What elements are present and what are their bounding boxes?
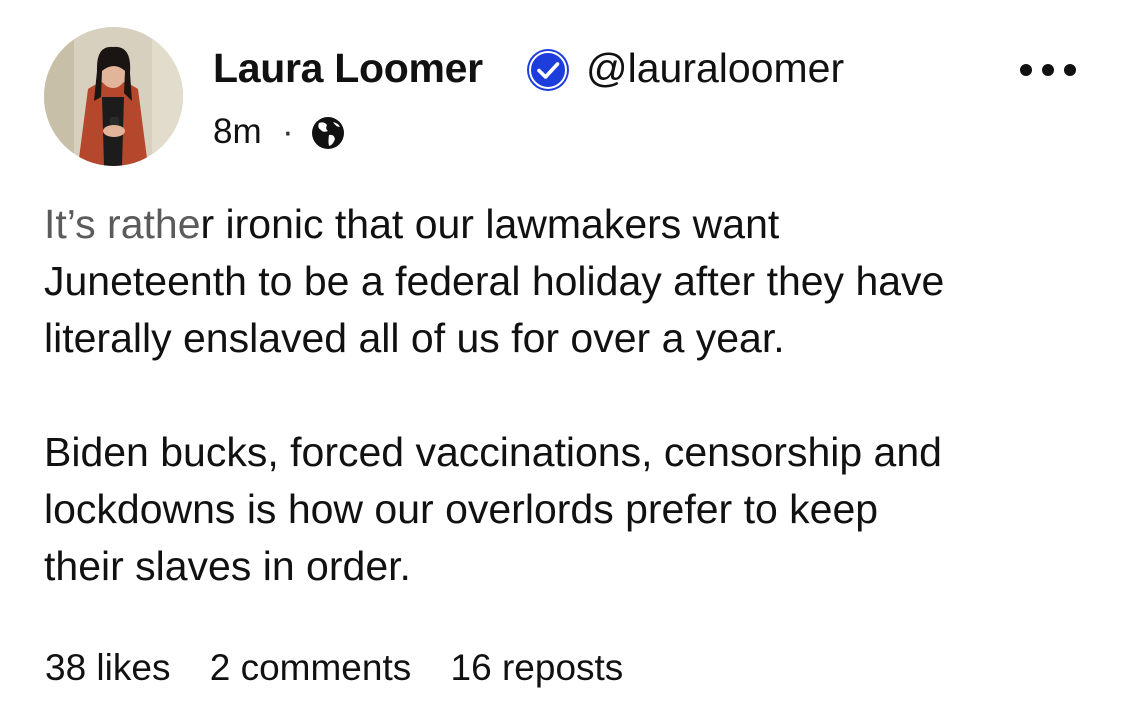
body-line: It’s rather ironic that our lawmakers wa… — [44, 196, 1094, 253]
author-handle[interactable]: @lauraloomer — [586, 42, 844, 94]
post-card: Laura Loomer @lauraloomer 8m · It’s rath… — [0, 0, 1124, 711]
verified-badge-icon — [527, 49, 569, 91]
comments-count[interactable]: 2 comments — [210, 647, 412, 688]
avatar[interactable] — [44, 27, 183, 166]
more-dots-icon — [1020, 64, 1032, 76]
avatar-image — [44, 27, 183, 166]
body-line: literally enslaved all of us for over a … — [44, 315, 785, 361]
post-body-paragraph-1: It’s rather ironic that our lawmakers wa… — [44, 196, 1094, 367]
body-line: Biden bucks, forced vaccinations, censor… — [44, 429, 942, 475]
post-body-paragraph-2: Biden bucks, forced vaccinations, censor… — [44, 424, 1094, 595]
author-display-name[interactable]: Laura Loomer — [213, 42, 483, 94]
reposts-count[interactable]: 16 reposts — [451, 647, 624, 688]
meta-separator: · — [282, 112, 294, 151]
globe-icon — [312, 117, 344, 149]
post-stats: 38 likes 2 comments 16 reposts — [45, 644, 652, 692]
post-timestamp[interactable]: 8m — [213, 107, 262, 157]
body-text-faded: It’s rathe — [44, 201, 201, 247]
likes-count[interactable]: 38 likes — [45, 647, 170, 688]
body-line: Juneteenth to be a federal holiday after… — [44, 258, 945, 304]
body-text: r ironic that our lawmakers want — [200, 201, 780, 247]
more-options-button[interactable] — [1020, 58, 1076, 82]
body-line: lockdowns is how our overlords prefer to… — [44, 486, 879, 532]
body-line: their slaves in order. — [44, 543, 411, 589]
